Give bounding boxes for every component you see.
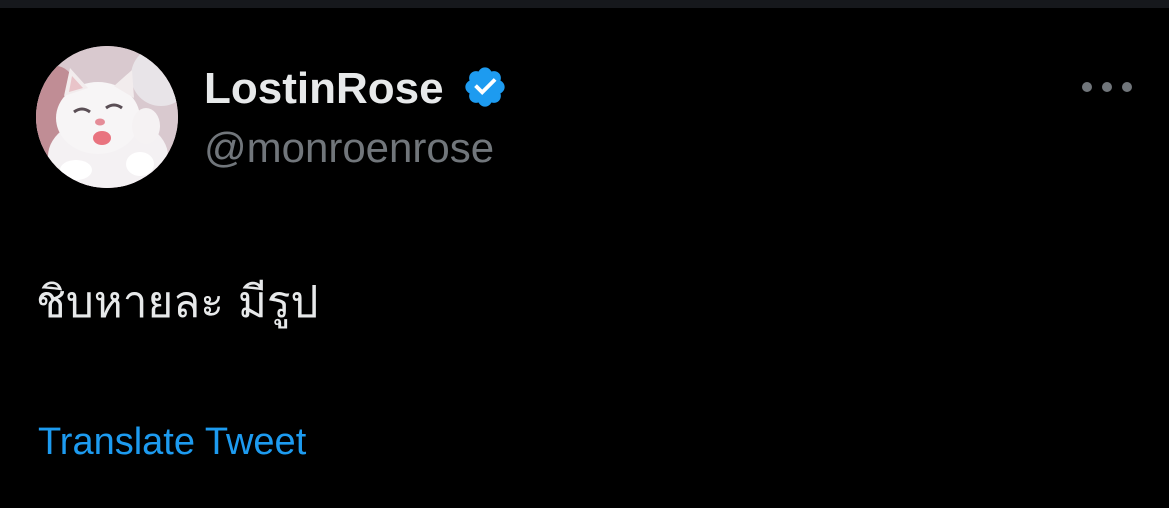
tweet-text: ชิบหายละ มีรูป [36,277,319,328]
more-dot [1122,82,1132,92]
more-dot [1102,82,1112,92]
verified-badge-icon [465,67,505,107]
display-name[interactable]: LostinRose [204,62,444,116]
more-horizontal-icon[interactable] [1082,72,1132,102]
handle[interactable]: @monroenrose [204,122,494,174]
avatar[interactable] [36,46,178,188]
translate-tweet-link[interactable]: Translate Tweet [38,418,306,466]
more-dot [1082,82,1092,92]
kitten-avatar-image [36,46,178,188]
top-bar [0,0,1169,8]
